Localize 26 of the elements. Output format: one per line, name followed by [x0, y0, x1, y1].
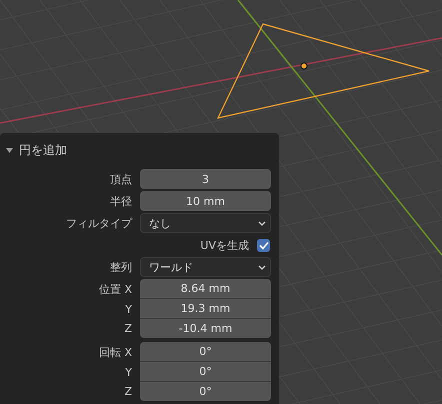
field-label: 回転 X	[98, 344, 132, 360]
number-field[interactable]: 0°	[140, 362, 271, 382]
dropdown[interactable]: なし	[140, 213, 271, 233]
number-field[interactable]: -10.4 mm	[140, 319, 271, 338]
field-label: 半径	[109, 194, 132, 208]
number-field[interactable]: 3	[140, 169, 271, 189]
number-field[interactable]: 10 mm	[140, 191, 271, 211]
dropdown[interactable]: ワールド	[140, 257, 271, 277]
number-field[interactable]: 19.3 mm	[140, 299, 271, 319]
field-label: Z	[123, 322, 132, 335]
field-label: Z	[123, 385, 132, 398]
number-field[interactable]: 0°	[140, 382, 271, 401]
number-field[interactable]: 8.64 mm	[140, 279, 271, 299]
chevron-down-icon	[258, 264, 266, 270]
field-label: Y	[124, 302, 132, 316]
panel-title: 円を追加	[19, 142, 67, 158]
checkbox-label: UVを生成	[200, 238, 249, 252]
checkbox[interactable]	[257, 238, 270, 252]
field-label: 頂点	[109, 172, 132, 186]
chevron-down-icon	[258, 220, 266, 226]
field-label: 整列	[109, 260, 132, 274]
field-label: フィルタイプ	[65, 216, 132, 230]
field-label: Y	[124, 366, 132, 378]
collapse-arrow-icon[interactable]	[6, 146, 13, 154]
number-field[interactable]: 0°	[140, 342, 271, 362]
field-label: 位置 X	[98, 282, 132, 296]
